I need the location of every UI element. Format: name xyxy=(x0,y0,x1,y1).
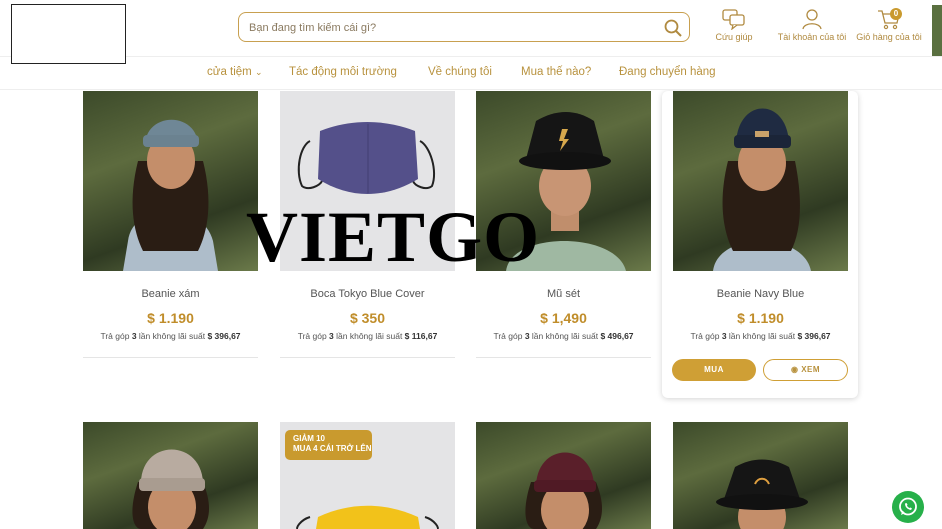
chat-bubbles-icon xyxy=(722,9,745,30)
product-image-beanie-grey[interactable] xyxy=(83,91,258,271)
cart-label: Giỏ hàng của tôi xyxy=(856,32,922,42)
search-input[interactable] xyxy=(247,13,651,43)
installment-text: Trả góp 3 lần không lãi suất $ 116,67 xyxy=(297,331,438,341)
installment-text: Trả góp 3 lần không lãi suất $ 496,67 xyxy=(493,331,634,341)
product-name[interactable]: Beanie Navy Blue xyxy=(673,288,848,300)
product-name[interactable]: Beanie xám xyxy=(83,288,258,300)
product-price: $ 1.190 xyxy=(737,310,784,326)
whatsapp-icon xyxy=(899,497,917,516)
product-price: $ 1,490 xyxy=(540,310,587,326)
support-label: Cứu giúp xyxy=(715,32,753,42)
product-name[interactable]: Mũ sét xyxy=(476,288,651,300)
account-label: Tài khoản của tôi xyxy=(777,32,847,42)
nav-item-environment[interactable]: Tác động môi trường xyxy=(289,66,397,78)
installment-text: Trả góp 3 lần không lãi suất $ 396,67 xyxy=(100,331,241,341)
card-divider xyxy=(83,357,258,358)
main-nav: cửa tiệm ⌄ Tác động môi trường Về chúng … xyxy=(0,56,942,90)
nav-item-shipping[interactable]: Đang chuyển hàng xyxy=(619,66,716,78)
product-image-bucket-hat-2[interactable] xyxy=(673,422,848,529)
account-link[interactable]: Tài khoản của tôi xyxy=(775,8,849,42)
nav-item-about[interactable]: Về chúng tôi xyxy=(428,66,492,78)
logo-placeholder[interactable] xyxy=(11,4,126,64)
product-image-beanie-beige[interactable] xyxy=(83,422,258,529)
person-figure xyxy=(716,459,808,529)
product-image-beanie-navy[interactable] xyxy=(673,91,848,271)
buy-button[interactable]: MUA xyxy=(672,359,756,381)
search-icon[interactable] xyxy=(663,18,683,38)
product-price: $ 350 xyxy=(349,310,386,326)
site-header: Cứu giúp Tài khoản của tôi 0 Giỏ hàng củ… xyxy=(0,0,942,56)
person-figure xyxy=(713,108,811,271)
eye-icon: ◉ xyxy=(790,365,799,374)
user-icon xyxy=(802,9,822,30)
watermark-text: VIETGO xyxy=(246,197,541,277)
promo-badge: GIẢM 10 MUA 4 CÁI TRỞ LÊN xyxy=(285,430,372,460)
card-divider xyxy=(476,357,651,358)
cart-count-badge: 0 xyxy=(890,8,902,20)
nav-item-how-to-buy[interactable]: Mua thế nào? xyxy=(521,66,591,78)
whatsapp-button[interactable] xyxy=(892,491,924,523)
product-image-beanie-burgundy[interactable] xyxy=(476,422,651,529)
person-figure xyxy=(525,452,602,529)
product-name[interactable]: Boca Tokyo Blue Cover xyxy=(280,288,455,300)
support-link[interactable]: Cứu giúp xyxy=(712,8,756,42)
chevron-down-icon: ⌄ xyxy=(254,67,263,77)
person-figure xyxy=(123,119,218,271)
cart-link[interactable]: 0 Giỏ hàng của tôi xyxy=(854,8,924,42)
person-figure xyxy=(132,449,209,529)
card-divider xyxy=(280,357,455,358)
view-button[interactable]: ◉ XEM xyxy=(763,359,848,381)
installment-text: Trả góp 3 lần không lãi suất $ 396,67 xyxy=(690,331,831,341)
product-price: $ 1.190 xyxy=(147,310,194,326)
nav-item-shop[interactable]: cửa tiệm ⌄ xyxy=(207,66,263,78)
search-bar[interactable] xyxy=(238,12,690,43)
